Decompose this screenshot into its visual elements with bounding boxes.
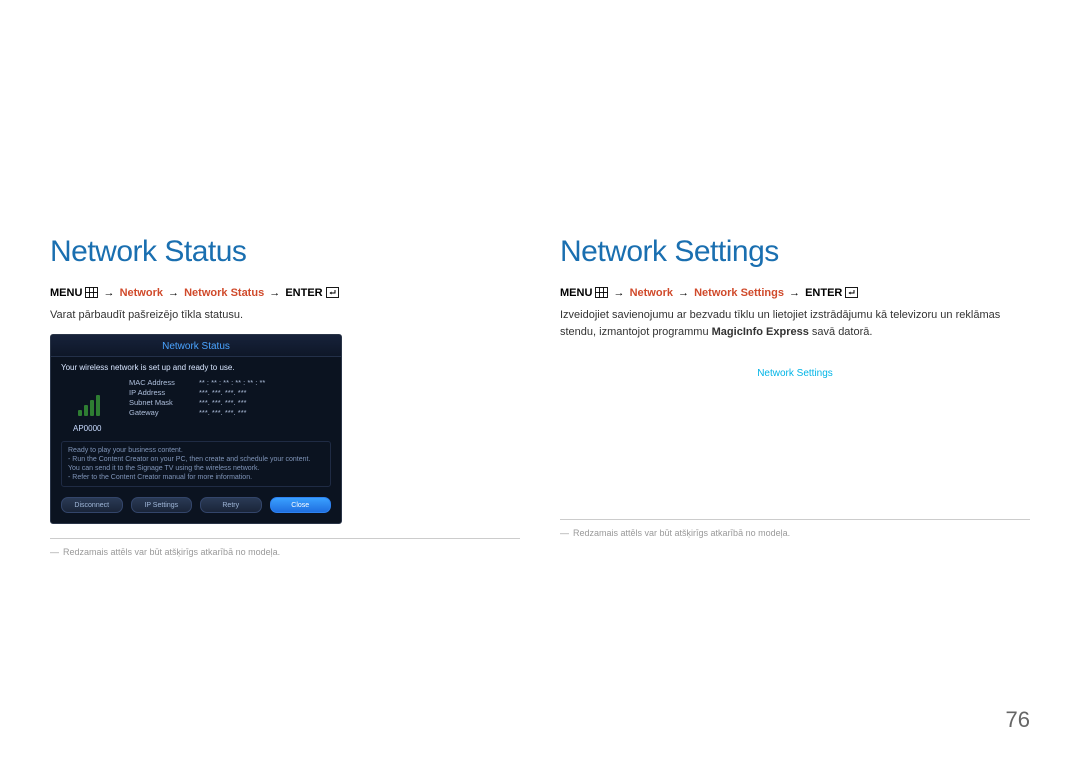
enter-icon bbox=[326, 287, 339, 301]
note-line: - Run the Content Creator on your PC, th… bbox=[68, 455, 324, 473]
dialog-buttons: Disconnect IP Settings Retry Close bbox=[51, 491, 341, 523]
desc-bold: MagicInfo Express bbox=[712, 326, 809, 338]
footnote-right: ― Redzamais attēls var būt atšķirīgs atka… bbox=[560, 528, 1030, 538]
dialog-message: Your wireless network is set up and read… bbox=[51, 357, 341, 374]
dash-icon: ― bbox=[50, 547, 59, 557]
bc-arrow: → bbox=[104, 287, 115, 299]
desc-post: savā datorā. bbox=[809, 326, 873, 338]
bc-enter-label: ENTER bbox=[285, 287, 322, 299]
ip-settings-button[interactable]: IP Settings bbox=[131, 497, 193, 513]
network-status-dialog: Network Status Your wireless network is … bbox=[50, 334, 342, 525]
wifi-signal-icon bbox=[61, 378, 117, 416]
menu-grid-icon bbox=[595, 287, 608, 301]
bc-arrow: → bbox=[678, 287, 689, 299]
dash-icon: ― bbox=[560, 528, 569, 538]
bc-path-network-status: Network Status bbox=[184, 287, 264, 299]
close-button[interactable]: Close bbox=[270, 497, 332, 513]
bc-arrow: → bbox=[269, 287, 280, 299]
heading-network-settings: Network Settings bbox=[560, 235, 1030, 269]
columns: Network Status MENU → Network → Network … bbox=[0, 0, 1080, 557]
bc-menu-label: MENU bbox=[560, 287, 592, 299]
bc-arrow: → bbox=[614, 287, 625, 299]
note-line: - Refer to the Content Creator manual fo… bbox=[68, 473, 324, 482]
dialog-note: Ready to play your business content. - R… bbox=[61, 441, 331, 487]
bc-path-network: Network bbox=[120, 287, 163, 299]
bc-enter-label: ENTER bbox=[805, 287, 842, 299]
desc-network-status: Varat pārbaudīt pašreizējo tīkla statusu… bbox=[50, 307, 520, 324]
footnote-left: ― Redzamais attēls var būt atšķirīgs atka… bbox=[50, 547, 520, 557]
footnote-text: Redzamais attēls var būt atšķirīgs atkar… bbox=[573, 528, 790, 538]
kv-subnet: Subnet Mask***. ***. ***. *** bbox=[129, 398, 331, 408]
kv-mac: MAC Address** : ** : ** : ** : ** : ** bbox=[129, 378, 331, 388]
desc-network-settings: Izveidojiet savienojumu ar bezvadu tīklu… bbox=[560, 307, 1030, 340]
page-number: 76 bbox=[1006, 707, 1030, 733]
dialog-title: Network Status bbox=[51, 335, 341, 357]
heading-network-status: Network Status bbox=[50, 235, 520, 269]
kv-ip: IP Address***. ***. ***. *** bbox=[129, 388, 331, 398]
dialog-mid: MAC Address** : ** : ** : ** : ** : ** I… bbox=[51, 374, 341, 425]
enter-icon bbox=[845, 287, 858, 301]
bc-path-network: Network bbox=[630, 287, 673, 299]
network-info: MAC Address** : ** : ** : ** : ** : ** I… bbox=[129, 378, 331, 419]
retry-button[interactable]: Retry bbox=[200, 497, 262, 513]
network-settings-link[interactable]: Network Settings bbox=[560, 368, 1030, 379]
separator bbox=[50, 538, 520, 539]
breadcrumb-network-settings: MENU → Network → Network Settings → ENTE… bbox=[560, 287, 1030, 301]
bc-menu-label: MENU bbox=[50, 287, 82, 299]
bc-path-network-settings: Network Settings bbox=[694, 287, 784, 299]
col-network-status: Network Status MENU → Network → Network … bbox=[50, 235, 520, 557]
note-line: Ready to play your business content. bbox=[68, 446, 324, 455]
col-network-settings: Network Settings MENU → Network → Networ… bbox=[560, 235, 1030, 557]
separator bbox=[560, 519, 1030, 520]
ap-name: AP0000 bbox=[51, 424, 341, 437]
bc-arrow: → bbox=[789, 287, 800, 299]
kv-gateway: Gateway***. ***. ***. *** bbox=[129, 408, 331, 418]
footnote-text: Redzamais attēls var būt atšķirīgs atkar… bbox=[63, 547, 280, 557]
breadcrumb-network-status: MENU → Network → Network Status → ENTER bbox=[50, 287, 520, 301]
manual-page: Network Status MENU → Network → Network … bbox=[0, 0, 1080, 763]
disconnect-button[interactable]: Disconnect bbox=[61, 497, 123, 513]
bc-arrow: → bbox=[168, 287, 179, 299]
menu-grid-icon bbox=[85, 287, 98, 301]
